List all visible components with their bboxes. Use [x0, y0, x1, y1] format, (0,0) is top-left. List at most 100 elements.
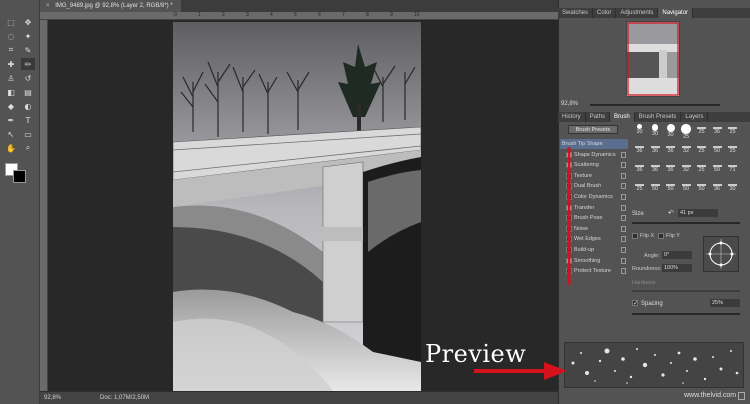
brush-tip[interactable]: 30 [725, 181, 740, 199]
tab-color[interactable]: Color [593, 8, 617, 18]
brush-tip[interactable]: 36 [710, 181, 725, 199]
brush-tip-size: 71 [729, 167, 736, 173]
lasso-icon[interactable]: ◌ [4, 30, 18, 42]
brush-tip[interactable]: 32 [679, 143, 694, 161]
brush-tip[interactable]: 32 [679, 162, 694, 180]
brush-tip-shape-icon [666, 124, 675, 132]
red-arrow [474, 360, 568, 382]
hand-icon[interactable]: ✋ [4, 142, 18, 154]
brush-tip[interactable]: 50 [710, 143, 725, 161]
dodge-icon[interactable]: ◐ [21, 100, 35, 112]
lock-icon[interactable] [621, 215, 626, 222]
lock-icon[interactable] [621, 183, 626, 190]
type-icon[interactable]: T [21, 114, 35, 126]
brush-tip[interactable]: 30 [648, 124, 663, 142]
pen-icon[interactable]: ✒ [4, 114, 18, 126]
healing-brush-icon[interactable]: ✚ [4, 58, 18, 70]
brush-tip[interactable]: 25 [725, 124, 740, 142]
size-slider[interactable] [632, 222, 740, 224]
brush-tip[interactable]: 36 [663, 143, 678, 161]
lock-icon[interactable] [621, 257, 626, 264]
brush-tip[interactable]: 71 [725, 162, 740, 180]
spacing-field[interactable]: 25% [710, 299, 740, 307]
brush-tip[interactable]: 50 [648, 181, 663, 199]
reset-size-icon[interactable]: ↶ [668, 209, 674, 217]
lock-icon[interactable] [621, 225, 626, 232]
flip-x-checkbox[interactable] [632, 233, 638, 239]
crop-icon[interactable]: ⌗ [4, 44, 18, 56]
brush-tip[interactable]: 50 [663, 181, 678, 199]
top-panel-tabs: Swatches Color Adjustments Navigator [558, 8, 750, 18]
brush-presets-button[interactable]: Brush Presets [568, 125, 618, 134]
lock-icon[interactable] [621, 268, 626, 275]
brush-tip[interactable]: 36 [632, 143, 647, 161]
red-annotation-line [566, 147, 572, 285]
navigator-zoom[interactable]: 92,8% [561, 101, 578, 107]
gradient-icon[interactable]: ▤ [21, 86, 35, 98]
eraser-icon[interactable]: ◧ [4, 86, 18, 98]
blur-icon[interactable]: ◆ [4, 100, 18, 112]
tab-history[interactable]: History [558, 112, 586, 122]
rectangle-icon[interactable]: ▭ [21, 128, 35, 140]
brush-tip[interactable]: 25 [694, 162, 709, 180]
new-preset-icon[interactable] [738, 392, 745, 400]
brush-tip[interactable]: 30 [632, 124, 647, 142]
size-field[interactable]: 41 px [678, 209, 718, 217]
brush-tip[interactable]: 36 [663, 162, 678, 180]
history-brush-icon[interactable]: ↺ [21, 72, 35, 84]
roundness-field[interactable]: 100% [662, 264, 692, 272]
tab-swatches[interactable]: Swatches [558, 8, 594, 18]
flip-y-checkbox[interactable] [658, 233, 664, 239]
lock-icon[interactable] [621, 247, 626, 253]
brush-tip[interactable]: 25 [725, 143, 740, 161]
lock-icon[interactable] [621, 204, 626, 211]
lock-icon[interactable] [621, 172, 626, 179]
path-selection-icon[interactable]: ↖ [4, 128, 18, 140]
brush-tip[interactable]: 50 [694, 181, 709, 199]
magic-wand-icon[interactable]: ✦ [21, 30, 35, 42]
close-tab-icon[interactable]: × [46, 3, 50, 9]
lock-icon[interactable] [621, 162, 626, 169]
navigator-zoom-slider[interactable] [590, 104, 720, 106]
tab-paths[interactable]: Paths [586, 112, 611, 122]
hardness-slider[interactable] [632, 290, 740, 292]
angle-field[interactable]: 0° [662, 251, 692, 259]
spacing-checkbox[interactable]: ✓ [632, 300, 638, 307]
lock-icon[interactable] [621, 236, 626, 243]
lock-icon[interactable] [621, 194, 626, 200]
zoom-level[interactable]: 92,8% [44, 392, 61, 404]
ruler-mark: 3 [246, 12, 249, 18]
brush-tip-size: 25 [698, 167, 705, 173]
brush-tip[interactable]: 36 [710, 124, 725, 142]
brush-tip[interactable]: 25 [694, 143, 709, 161]
brush-tip-size: 50 [713, 148, 721, 154]
brush-tip[interactable]: 36 [648, 162, 663, 180]
brush-tip[interactable]: 25 [679, 124, 694, 142]
brush-tip[interactable]: 25 [694, 124, 709, 142]
brush-tip[interactable]: 36 [632, 162, 647, 180]
photo-image[interactable] [173, 22, 421, 391]
document-tab[interactable]: × IMG_9489.jpg @ 92,8% (Layer 2, RGB/8*)… [40, 0, 181, 12]
zoom-icon[interactable]: ⌕ [21, 142, 35, 154]
brush-tip[interactable]: 50 [710, 162, 725, 180]
angle-roundness-widget[interactable] [703, 236, 739, 272]
eyedropper-icon[interactable]: ✎ [21, 44, 35, 56]
clone-stamp-icon[interactable]: ♙ [4, 72, 18, 84]
spacing-slider[interactable] [632, 313, 740, 315]
brush-tip[interactable]: 30 [663, 124, 678, 142]
brush-tip[interactable]: 36 [648, 143, 663, 161]
background-color-swatch[interactable] [13, 170, 26, 183]
tab-brush-presets[interactable]: Brush Presets [635, 112, 682, 122]
marquee-icon[interactable]: ⬚ [4, 16, 18, 28]
brush-icon[interactable]: ✏ [21, 58, 35, 70]
brush-tip[interactable]: 50 [679, 181, 694, 199]
brush-tip[interactable]: 25 [632, 181, 647, 199]
tab-navigator[interactable]: Navigator [658, 8, 694, 18]
setting-label: Texture [574, 172, 593, 179]
move-icon[interactable]: ✥ [21, 16, 35, 28]
navigator-thumbnail[interactable] [626, 21, 680, 97]
lock-icon[interactable] [621, 151, 626, 158]
tab-brush[interactable]: Brush [610, 112, 635, 122]
tab-layers[interactable]: Layers [681, 112, 709, 122]
tab-adjustments[interactable]: Adjustments [616, 8, 659, 18]
